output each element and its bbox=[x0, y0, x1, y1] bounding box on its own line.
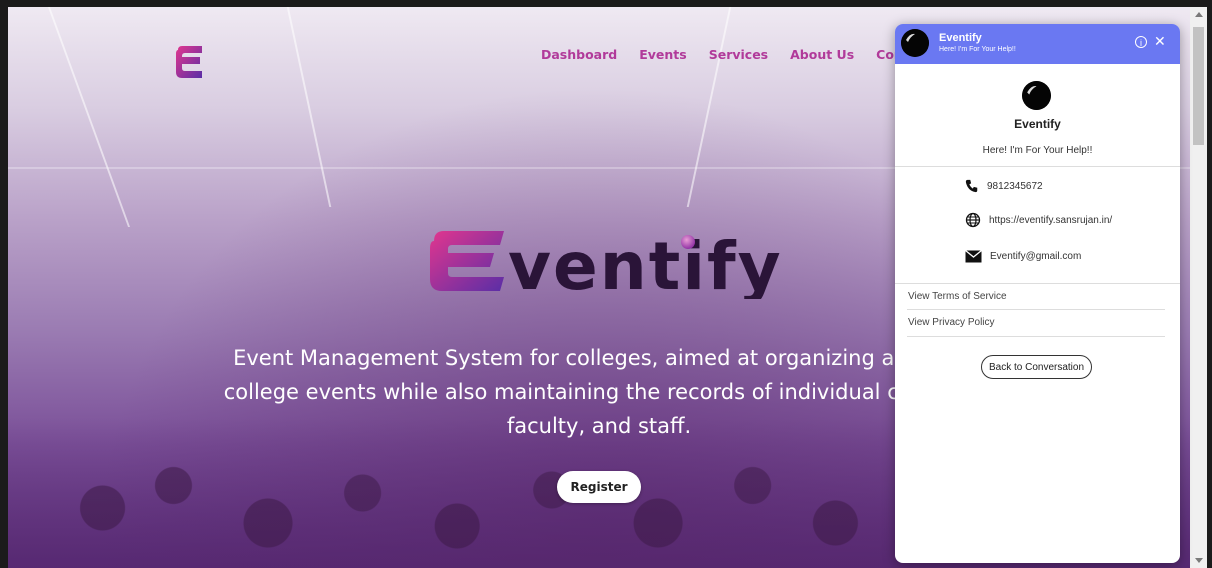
profile-avatar bbox=[1022, 81, 1051, 110]
contact-phone[interactable]: 9812345672 bbox=[965, 177, 1043, 195]
contact-email[interactable]: Eventify@gmail.com bbox=[965, 247, 1081, 265]
website-link: https://eventify.sansrujan.in/ bbox=[989, 214, 1113, 226]
close-icon[interactable]: ✕ bbox=[1154, 34, 1166, 48]
divider bbox=[907, 309, 1165, 310]
register-button[interactable]: Register bbox=[557, 471, 641, 503]
chat-widget: Eventify Here! I'm For Your Help!! i ✕ E… bbox=[895, 24, 1180, 563]
globe-icon bbox=[965, 212, 981, 228]
nav-dashboard[interactable]: Dashboard bbox=[541, 47, 617, 62]
hero-logo: ventify bbox=[430, 228, 783, 299]
info-icon[interactable]: i bbox=[1135, 36, 1147, 48]
nav-about-us[interactable]: About Us bbox=[790, 47, 854, 62]
chat-subtitle: Here! I'm For Your Help!! bbox=[939, 46, 1016, 53]
profile-tagline: Here! I'm For Your Help!! bbox=[982, 145, 1093, 156]
nav-services[interactable]: Services bbox=[709, 47, 768, 62]
nav-events[interactable]: Events bbox=[639, 47, 686, 62]
main-nav: Dashboard Events Services About Us Cont bbox=[541, 47, 909, 62]
phone-number: 9812345672 bbox=[987, 180, 1043, 192]
profile-name: Eventify bbox=[1014, 117, 1061, 131]
scrollbar-thumb[interactable] bbox=[1193, 27, 1204, 145]
ceiling-beam bbox=[286, 7, 332, 207]
eventify-logo-icon[interactable] bbox=[174, 44, 204, 82]
contact-website[interactable]: https://eventify.sansrujan.in/ bbox=[965, 211, 1112, 229]
privacy-link[interactable]: View Privacy Policy bbox=[908, 317, 995, 328]
chat-header: Eventify Here! I'm For Your Help!! i ✕ bbox=[895, 24, 1180, 64]
chat-title: Eventify bbox=[939, 32, 982, 44]
divider bbox=[907, 336, 1165, 337]
divider bbox=[895, 283, 1180, 284]
scroll-down-icon[interactable] bbox=[1195, 558, 1203, 563]
avatar-image bbox=[1022, 81, 1051, 110]
phone-icon bbox=[965, 179, 978, 193]
back-to-conversation-button[interactable]: Back to Conversation bbox=[981, 355, 1092, 379]
avatar-image bbox=[901, 29, 929, 57]
terms-link[interactable]: View Terms of Service bbox=[908, 291, 1007, 302]
ceiling-beam bbox=[686, 7, 732, 207]
divider bbox=[895, 166, 1180, 167]
ceiling-beam bbox=[47, 7, 131, 227]
chat-avatar bbox=[901, 29, 929, 57]
email-icon bbox=[965, 249, 982, 262]
email-address: Eventify@gmail.com bbox=[990, 250, 1082, 262]
svg-text:ventify: ventify bbox=[508, 228, 783, 299]
scroll-up-icon[interactable] bbox=[1195, 12, 1203, 17]
